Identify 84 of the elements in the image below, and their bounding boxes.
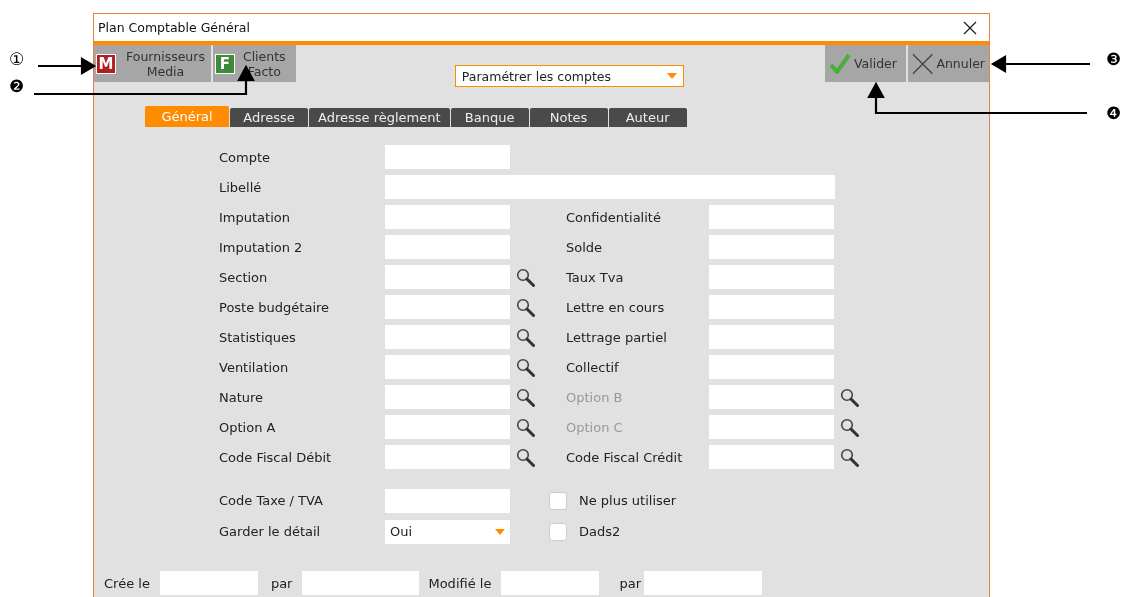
search-icon[interactable] [516,447,535,467]
field-label: Option A [219,419,277,435]
check-icon [829,52,851,75]
field-label: Lettre en cours [566,299,666,315]
field-label: Nature [219,389,265,405]
settings-dropdown[interactable]: Paramétrer les comptes [454,65,684,87]
tab[interactable]: Adresse règlement [309,108,450,127]
input-field[interactable] [385,235,510,259]
letter-badge-icon: M [96,53,116,74]
search-icon[interactable] [516,417,535,437]
search-icon[interactable] [516,387,535,407]
input-field[interactable] [644,571,762,595]
field-label: Code Fiscal Débit [219,449,333,465]
tab[interactable]: Auteur [608,108,687,127]
toolbar-button[interactable]: F Clients Facto [212,45,296,82]
field-label: Ventilation [219,359,290,375]
field-label: Code Taxe / TVA [219,493,324,508]
field-label: Modifié le [427,575,493,591]
input-field[interactable] [709,235,834,259]
field-label: Taux Tva [566,269,625,285]
input-field[interactable] [709,295,834,319]
input-field[interactable] [709,265,834,289]
field-label: Confidentialité [566,209,662,225]
input-field[interactable] [385,175,835,199]
field-label: Solde [566,239,604,255]
input-field[interactable] [385,295,510,319]
tab[interactable]: Adresse [230,108,308,127]
cancel-button[interactable]: Annuler [908,45,989,82]
search-icon[interactable] [516,357,535,377]
input-field[interactable] [385,488,510,513]
search-icon[interactable] [516,297,535,317]
callout-number: ❸ [1106,50,1122,68]
input-field[interactable] [385,205,510,229]
letter-badge-icon: F [214,53,235,74]
field-label: Collectif [566,359,620,375]
search-icon[interactable] [516,267,535,287]
checkbox[interactable] [549,491,567,510]
field-label: Compte [219,149,272,165]
field-label: Imputation 2 [219,239,304,255]
callout-number: ❷ [9,77,25,95]
input-field[interactable] [385,415,510,439]
close-icon[interactable] [963,20,977,35]
input-field[interactable] [385,445,510,469]
field-label: Statistiques [219,329,297,345]
search-icon[interactable] [516,327,535,347]
field-label: Dads2 [579,524,621,539]
field-label: Lettrage partiel [566,329,668,345]
input-field[interactable] [501,571,600,595]
field-label: Option B [566,389,624,405]
field-label: Section [219,269,269,285]
input-field[interactable] [709,445,834,469]
validate-button[interactable]: Valider [825,45,906,82]
input-field[interactable] [385,355,510,379]
toolbar-button[interactable]: M Fournisseurs Media [94,45,211,82]
caret-icon [495,528,505,535]
field-label: par [618,575,642,591]
field-label: Crée le [104,575,151,591]
select-field[interactable]: Oui [385,519,510,544]
field-label: Garder le détail [219,524,322,539]
callout-number: ❹ [1106,104,1122,122]
field-label: Code Fiscal Crédit [566,449,684,465]
field-label: Option C [566,419,624,435]
checkbox[interactable] [549,522,567,541]
field-label: Ne plus utiliser [579,493,677,508]
caret-icon [666,73,677,79]
window-title: Plan Comptable Général [98,20,250,35]
input-field[interactable] [385,265,510,289]
input-field[interactable] [709,205,834,229]
input-field[interactable] [385,325,510,349]
field-label: par [269,575,294,591]
tab[interactable]: Notes [529,108,608,127]
search-icon[interactable] [840,447,859,467]
input-field[interactable] [302,571,420,595]
input-field[interactable] [709,325,834,349]
field-label: Imputation [219,209,291,225]
field-label: Poste budgétaire [219,299,331,315]
callout-number: ① [9,50,25,68]
x-icon [912,52,934,75]
input-field[interactable] [385,385,510,409]
tab[interactable]: Banque [450,108,529,127]
input-field[interactable] [709,355,834,379]
field-label: Libellé [219,179,263,195]
input-field[interactable] [385,145,510,169]
input-field[interactable] [159,571,258,595]
